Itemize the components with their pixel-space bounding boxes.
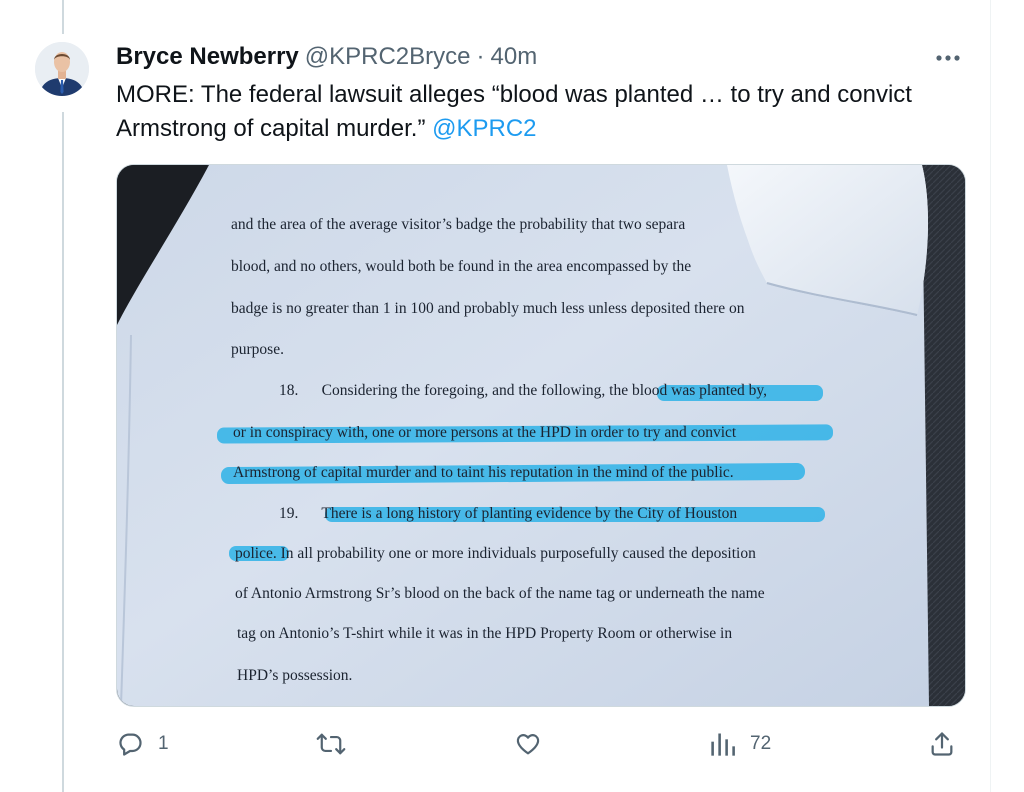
- heart-icon: [516, 734, 540, 755]
- thread-line-top: [62, 0, 64, 34]
- reply-icon: [119, 733, 142, 756]
- tweet-media-photo[interactable]: and the area of the average visitor’s ba…: [116, 164, 966, 707]
- doc-line-1: and the area of the average visitor’s ba…: [231, 216, 685, 233]
- doc-line-4: purpose.: [231, 341, 284, 358]
- like-button[interactable]: [514, 724, 556, 764]
- document-photo: and the area of the average visitor’s ba…: [117, 165, 965, 706]
- doc-line-8: 19. There is a long history of planting …: [279, 505, 737, 522]
- doc-line-5: 18. Considering the foregoing, and the f…: [279, 382, 767, 399]
- author-name[interactable]: Bryce Newberry: [116, 43, 299, 71]
- doc-line-6: or in conspiracy with, one or more perso…: [233, 424, 737, 441]
- doc-line-2: blood, and no others, would both be foun…: [231, 258, 691, 275]
- reply-count: 1: [158, 733, 169, 754]
- doc-line-12: HPD’s possession.: [237, 667, 352, 684]
- doc-line-7: Armstrong of capital murder and to taint…: [233, 464, 734, 481]
- more-icon: [936, 55, 960, 61]
- doc-line-10: of Antonio Armstrong Sr’s blood on the b…: [235, 585, 765, 602]
- author-handle[interactable]: @KPRC2Bryce: [305, 43, 471, 71]
- doc-line-11: tag on Antonio’s T-shirt while it was in…: [237, 625, 732, 642]
- separator-dot: ·: [476, 43, 485, 70]
- timeline-border: [990, 0, 991, 792]
- doc-line-3: badge is no greater than 1 in 100 and pr…: [231, 300, 745, 317]
- doc-line-9: police. In all probability one or more i…: [235, 545, 756, 562]
- tweet-actions: 1 72: [116, 724, 964, 764]
- reply-button[interactable]: 1: [116, 724, 169, 764]
- retweet-button[interactable]: [316, 724, 360, 764]
- share-button[interactable]: [928, 724, 956, 764]
- more-button[interactable]: [928, 42, 968, 74]
- tweet-header: Bryce Newberry @KPRC2Bryce · 40m: [116, 42, 537, 72]
- tweet-text: MORE: The federal lawsuit alleges “blood…: [116, 78, 976, 146]
- share-icon: [931, 732, 953, 756]
- views-button[interactable]: 72: [710, 724, 771, 764]
- views-count: 72: [750, 733, 772, 754]
- thread-line: [62, 112, 64, 792]
- timestamp[interactable]: 40m: [491, 43, 538, 71]
- mention-link[interactable]: @KPRC2: [432, 115, 536, 142]
- avatar[interactable]: [35, 42, 89, 96]
- views-icon: [711, 733, 735, 756]
- retweet-icon: [316, 733, 346, 755]
